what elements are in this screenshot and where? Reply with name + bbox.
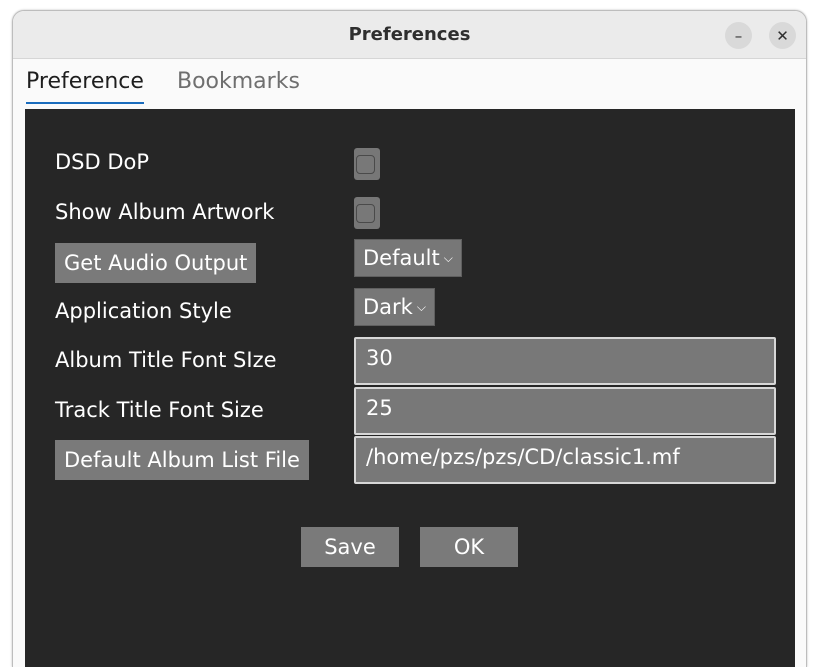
track-font-size-input[interactable]: 25 xyxy=(354,387,776,435)
preferences-window: Preferences – ✕ Preference Bookmarks DSD… xyxy=(12,10,807,667)
chevron-down-icon: ⌵ xyxy=(416,300,426,314)
audio-output-dropdown[interactable]: Default ⌵ xyxy=(354,239,462,277)
audio-output-value: Default xyxy=(363,246,440,270)
album-list-path-input[interactable]: /home/pzs/pzs/CD/classic1.mf xyxy=(354,436,776,484)
title-bar: Preferences – ✕ xyxy=(13,11,806,59)
chevron-down-icon: ⌵ xyxy=(443,251,453,265)
tab-bar: Preference Bookmarks xyxy=(13,59,806,111)
album-font-size-input[interactable]: 30 xyxy=(354,337,776,385)
get-audio-output-button[interactable]: Get Audio Output xyxy=(55,243,257,283)
show-artwork-label: Show Album Artwork xyxy=(55,200,275,224)
window-title: Preferences xyxy=(348,24,471,45)
show-artwork-checkbox[interactable] xyxy=(354,197,380,229)
app-style-dropdown[interactable]: Dark ⌵ xyxy=(354,288,435,326)
dsd-dop-label: DSD DoP xyxy=(55,150,150,174)
ok-button[interactable]: OK xyxy=(420,527,518,567)
track-font-size-label: Track Title Font Size xyxy=(55,398,264,422)
minimize-button[interactable]: – xyxy=(725,22,752,49)
app-style-label: Application Style xyxy=(55,299,232,323)
tab-bookmarks[interactable]: Bookmarks xyxy=(177,69,300,102)
tab-preference[interactable]: Preference xyxy=(26,69,144,104)
preferences-panel: DSD DoP Show Album Artwork Get Audio Out… xyxy=(25,109,795,667)
album-font-size-label: Album Title Font SIze xyxy=(55,348,277,372)
close-button[interactable]: ✕ xyxy=(769,22,796,49)
app-style-value: Dark xyxy=(363,295,413,319)
dsd-dop-checkbox[interactable] xyxy=(354,148,380,180)
save-button[interactable]: Save xyxy=(301,527,399,567)
default-album-list-button[interactable]: Default Album List File xyxy=(55,440,309,480)
